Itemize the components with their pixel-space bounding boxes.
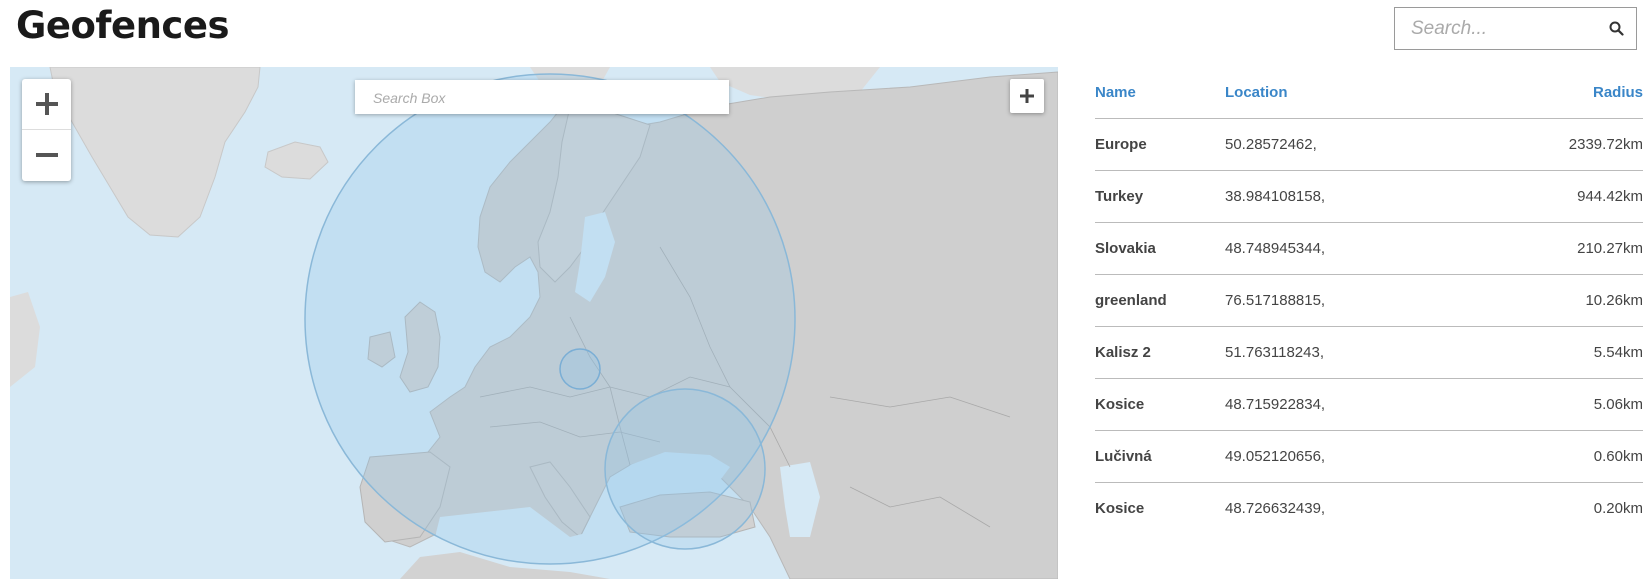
table-row[interactable]: Kosice 48.715922834, 5.06km <box>1095 378 1643 431</box>
table-row[interactable]: Kosice 48.726632439, 0.20km <box>1095 483 1643 535</box>
geofence-name: Kosice <box>1095 378 1225 431</box>
geofence-location: 38.984108158, <box>1225 170 1455 223</box>
search-input[interactable] <box>1409 16 1603 42</box>
geofence-map[interactable] <box>10 67 1058 579</box>
geofence-radius: 5.06km <box>1455 378 1643 431</box>
geofence-location: 50.28572462, <box>1225 118 1455 171</box>
table-header-row: Name Location Radius <box>1095 67 1643 119</box>
geofence-name: Turkey <box>1095 170 1225 223</box>
geofence-location: 51.763118243, <box>1225 326 1455 379</box>
zoom-control <box>22 79 71 181</box>
geofence-location: 48.726632439, <box>1225 500 1326 517</box>
page-title: Geofences <box>16 4 229 47</box>
map-search-box <box>355 80 729 114</box>
plus-icon <box>35 93 58 115</box>
geofence-location: 48.748945344, <box>1225 222 1455 275</box>
table-row[interactable]: Kalisz 2 51.763118243, 5.54km <box>1095 326 1643 379</box>
geofence-location: 49.052120656, <box>1225 430 1455 483</box>
search-icon[interactable] <box>1609 21 1624 41</box>
geofence-table: Name Location Radius Europe 50.28572462,… <box>1095 67 1643 534</box>
geofence-name: greenland <box>1095 274 1225 327</box>
geofence-radius: 0.20km <box>1593 500 1643 517</box>
search-box[interactable] <box>1394 7 1637 50</box>
plus-icon <box>1020 89 1034 103</box>
minus-icon <box>35 153 58 157</box>
geofence-location: 48.715922834, <box>1225 378 1455 431</box>
zoom-out-button[interactable] <box>22 130 71 180</box>
geofence-name: Kalisz 2 <box>1095 326 1225 379</box>
geofence-radius: 2339.72km <box>1455 118 1643 171</box>
column-header-location[interactable]: Location <box>1225 67 1455 119</box>
table-row[interactable]: greenland 76.517188815, 10.26km <box>1095 274 1643 327</box>
geofence-radius: 944.42km <box>1455 170 1643 223</box>
table-row[interactable]: Slovakia 48.748945344, 210.27km <box>1095 222 1643 275</box>
geofence-name: Kosice <box>1095 500 1145 517</box>
geofence-radius: 0.60km <box>1455 430 1643 483</box>
geofence-radius: 5.54km <box>1455 326 1643 379</box>
geofence-radius: 10.26km <box>1455 274 1643 327</box>
column-header-name[interactable]: Name <box>1095 67 1225 119</box>
table-row[interactable]: Europe 50.28572462, 2339.72km <box>1095 118 1643 171</box>
geofence-name: Lučivná <box>1095 430 1225 483</box>
draw-geofence-button[interactable] <box>1010 79 1044 113</box>
map-tiles <box>10 67 1058 579</box>
geofence-circle-slovakia <box>559 348 601 390</box>
geofence-location: 76.517188815, <box>1225 274 1455 327</box>
column-header-radius[interactable]: Radius <box>1455 67 1643 119</box>
table-row[interactable]: Lučivná 49.052120656, 0.60km <box>1095 430 1643 483</box>
table-row[interactable]: Turkey 38.984108158, 944.42km <box>1095 170 1643 223</box>
geofence-name: Slovakia <box>1095 222 1225 275</box>
map-search-input[interactable] <box>371 87 715 109</box>
geofence-circle-turkey <box>604 388 766 550</box>
geofence-radius: 210.27km <box>1455 222 1643 275</box>
geofence-name: Europe <box>1095 118 1225 171</box>
zoom-in-button[interactable] <box>22 79 71 130</box>
